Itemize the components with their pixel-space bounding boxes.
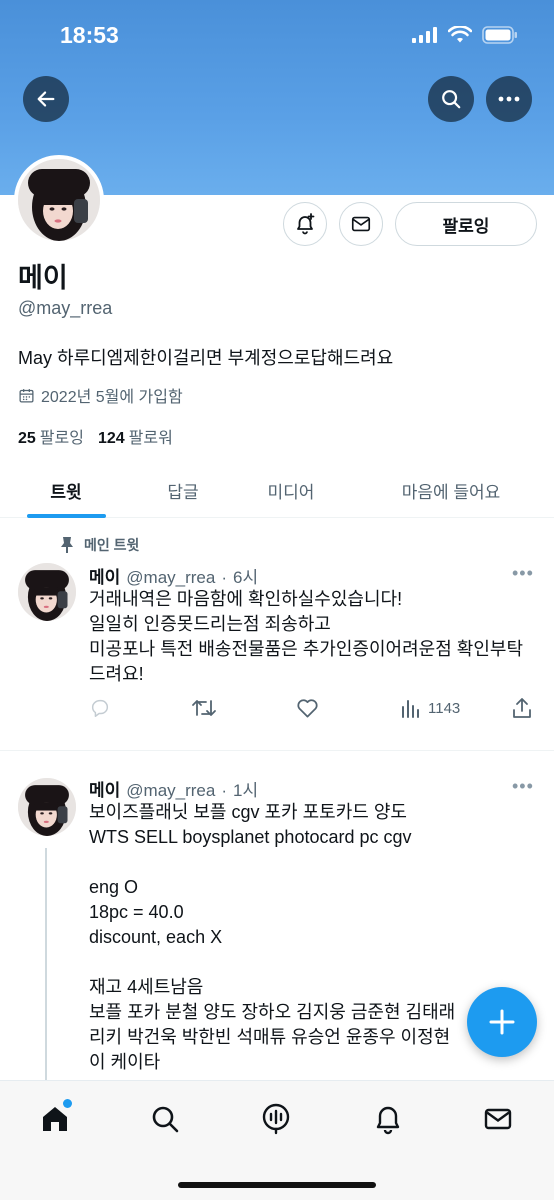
share-button[interactable] — [512, 697, 532, 719]
back-button[interactable] — [23, 76, 69, 122]
nav-notifications[interactable] — [368, 1101, 408, 1137]
retweet-button[interactable] — [191, 697, 217, 719]
home-notification-dot — [63, 1099, 72, 1108]
tab-likes[interactable]: 마음에 들어요 — [348, 462, 554, 518]
heart-icon — [297, 699, 318, 718]
pinned-label: 메인 트윗 — [60, 535, 139, 555]
profile-handle: @may_rrea — [18, 298, 113, 318]
avatar-photo — [18, 159, 100, 241]
envelope-icon — [484, 1108, 512, 1130]
tab-media[interactable]: 미디어 — [234, 462, 348, 518]
nav-messages[interactable] — [478, 1101, 518, 1137]
search-icon — [152, 1106, 179, 1133]
wifi-icon — [448, 26, 472, 43]
tweet-author-handle: @may_rrea — [126, 781, 216, 800]
status-time: 18:53 — [60, 22, 119, 48]
nav-spaces[interactable] — [256, 1101, 296, 1137]
following-count: 25 — [18, 430, 36, 447]
tweet-separator: · — [221, 568, 228, 587]
tweet-header: 메이 @may_rrea · 6시 — [89, 563, 258, 588]
message-button[interactable] — [339, 202, 383, 246]
tweet-line: 보이즈플래닛 보플 cgv 포카 포토카드 양도 — [89, 802, 407, 822]
reply-icon — [91, 699, 109, 717]
compose-button[interactable] — [467, 987, 537, 1057]
active-tab-indicator — [27, 514, 106, 518]
thread-connector-line — [45, 848, 47, 1088]
tweet-line: 거래내역은 마음함에 확인하실수있습니다! — [89, 589, 403, 609]
compose-plus-icon — [489, 1009, 515, 1035]
tweet-line: eng O — [89, 877, 139, 897]
views-count: 1143 — [428, 699, 461, 717]
tweet-divider — [0, 750, 554, 751]
tweet-separator: · — [221, 781, 228, 800]
followers-count: 124 — [97, 430, 125, 447]
search-icon — [442, 90, 461, 109]
retweet-icon — [192, 700, 216, 716]
share-icon — [513, 698, 531, 718]
joined-text: 2022년 5월에 가입함 — [41, 389, 183, 406]
avatar-photo — [18, 563, 76, 621]
pin-icon — [61, 537, 73, 553]
bell-icon — [376, 1106, 400, 1135]
views-icon — [402, 700, 419, 718]
tweet-avatar[interactable] — [18, 778, 76, 836]
tab-tweets[interactable]: 트윗 — [0, 462, 132, 518]
tweet-author-name[interactable]: 메이 — [89, 776, 120, 801]
notify-button[interactable] — [283, 202, 327, 246]
like-button[interactable] — [296, 697, 319, 719]
tweet-author-handle: @may_rrea — [126, 568, 216, 587]
status-bar: 18:53 — [0, 0, 554, 70]
envelope-icon — [351, 216, 371, 232]
tweet-line: 재고 4세트남음 — [89, 977, 204, 997]
battery-icon — [482, 26, 517, 44]
followers-link[interactable]: 124 팔로워 — [98, 424, 173, 448]
avatar-photo — [18, 778, 76, 836]
more-button[interactable] — [486, 76, 532, 122]
following-button[interactable]: 팔로잉 — [395, 202, 537, 246]
profile-bio: May 하루디엠제한이걸리면 부계정으로답해드려요 — [18, 348, 394, 368]
calendar-icon — [19, 388, 34, 403]
tweet-line: 일일히 인증못드리는점 죄송하고 — [89, 614, 331, 634]
reply-button[interactable] — [89, 697, 111, 719]
tweet-line — [89, 950, 539, 975]
tweet-line: discount, each X — [89, 927, 223, 947]
tab-replies[interactable]: 답글 — [132, 462, 234, 518]
tweet-actions: 1143 — [0, 697, 554, 727]
more-icon — [498, 96, 520, 102]
nav-search[interactable] — [145, 1101, 185, 1137]
following-label: 팔로잉 — [39, 430, 84, 447]
tweet-more-button[interactable]: ••• — [512, 776, 534, 797]
followers-label: 팔로워 — [128, 430, 173, 447]
status-icons — [412, 26, 518, 44]
profile-avatar[interactable] — [14, 155, 104, 245]
follow-counts: 25 팔로잉 124 팔로워 — [18, 424, 173, 448]
tweet-line — [89, 850, 539, 875]
tweet-line: 드려요! — [89, 664, 144, 684]
spaces-icon — [262, 1103, 290, 1135]
home-indicator — [178, 1182, 376, 1188]
tweet-avatar[interactable] — [18, 563, 76, 621]
tweet-line: WTS SELL boysplanet photocard pc cgv — [89, 827, 412, 847]
tweet-time[interactable]: 6시 — [233, 563, 258, 588]
bell-plus-icon — [297, 213, 315, 235]
tweet-line: 18pc = 40.0 — [89, 902, 184, 922]
tweet-header: 메이 @may_rrea · 1시 — [89, 776, 258, 801]
tweet-text: 거래내역은 마음함에 확인하실수있습니다! 일일히 인증못드리는점 죄송하고 미… — [89, 587, 539, 687]
profile-display-name: 메이 — [18, 263, 68, 293]
views-button[interactable]: 1143 — [400, 697, 460, 719]
pinned-text: 메인 트윗 — [84, 537, 140, 553]
tweet-more-button[interactable]: ••• — [512, 563, 534, 584]
back-arrow-icon — [37, 91, 55, 107]
nav-home[interactable] — [35, 1099, 75, 1137]
tweet-time[interactable]: 1시 — [233, 776, 258, 801]
tweet-line: 이 케이타 — [89, 1052, 161, 1072]
signal-icon — [412, 27, 437, 43]
tweet-line: 미공포나 특전 배송전물품은 추가인증이어려운점 확인부탁 — [89, 639, 524, 659]
joined-date: 2022년 5월에 가입함 — [18, 383, 183, 407]
tweet-author-name[interactable]: 메이 — [89, 563, 120, 588]
profile-tabs: 트윗 답글 미디어 마음에 들어요 — [0, 462, 554, 518]
following-link[interactable]: 25 팔로잉 — [18, 424, 84, 448]
search-button[interactable] — [428, 76, 474, 122]
